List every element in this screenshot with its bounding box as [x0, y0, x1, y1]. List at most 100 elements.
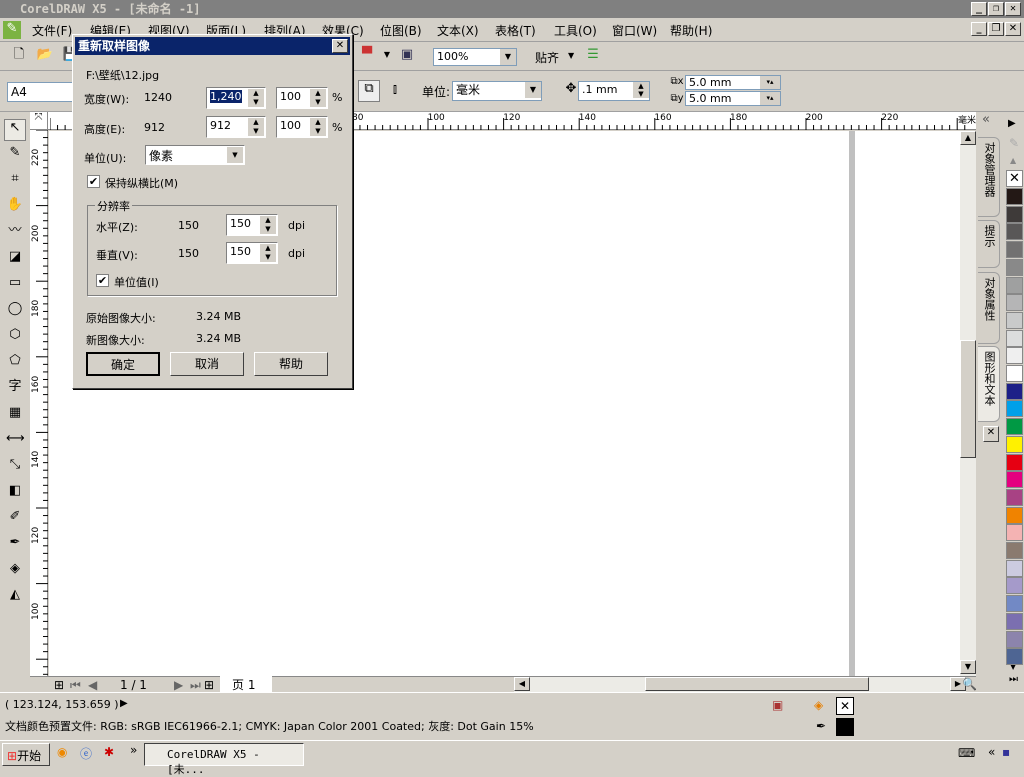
tool-text-icon[interactable]: 字: [6, 379, 24, 397]
scroll-left-icon[interactable]: ◀: [514, 677, 530, 691]
color-swatch[interactable]: [1006, 506, 1023, 524]
spinner-icon[interactable]: ▲ ▼: [633, 82, 649, 98]
fill-color-swatch[interactable]: ✕: [836, 697, 854, 715]
color-swatch[interactable]: [1006, 223, 1023, 241]
outline-color-swatch[interactable]: [836, 718, 854, 736]
vertical-scrollbar[interactable]: ▲ ▼: [960, 131, 976, 676]
width-percent-input[interactable]: 100 ▲ ▼: [276, 87, 328, 109]
quicklaunch-more-icon[interactable]: »: [130, 743, 137, 757]
duplicate-x-input[interactable]: 5.0 mm ▾▴: [685, 75, 781, 90]
spinner-icon[interactable]: ▲ ▼: [310, 118, 326, 136]
tool-blend-icon[interactable]: ◧: [6, 483, 24, 501]
ruler-origin-icon[interactable]: ⤧: [30, 112, 48, 130]
tool-basic-shapes-icon[interactable]: ⬠: [6, 353, 24, 371]
palette-scroll-up-icon[interactable]: ▲: [1010, 156, 1016, 165]
color-swatch[interactable]: [1006, 311, 1023, 329]
color-swatch[interactable]: [1006, 258, 1023, 276]
unit-values-checkbox[interactable]: ✔: [96, 274, 109, 287]
tool-smart-fill-icon[interactable]: ◪: [6, 249, 24, 267]
horizontal-scrollbar[interactable]: ◀ ▶: [514, 677, 966, 692]
expand-dockers-icon[interactable]: «: [982, 112, 990, 127]
taskbar-item-coreldraw[interactable]: CorelDRAW X5 - [未...: [144, 743, 304, 776]
tool-eyedropper-icon[interactable]: ✐: [6, 509, 24, 527]
duplicate-y-input[interactable]: 5.0 mm ▾▴: [685, 91, 781, 106]
vertical-scroll-thumb[interactable]: [960, 340, 976, 458]
add-page-after-icon[interactable]: ⊞: [204, 678, 214, 692]
color-swatch[interactable]: [1006, 276, 1023, 294]
color-swatch[interactable]: [1006, 347, 1023, 365]
menu-tools[interactable]: 工具(O): [554, 22, 597, 39]
color-swatch[interactable]: [1006, 612, 1023, 630]
spinner-icon[interactable]: ▲ ▼: [310, 89, 326, 107]
menu-table[interactable]: 表格(T): [495, 22, 536, 39]
prev-page-icon[interactable]: ◀: [88, 678, 97, 692]
tool-interactive-fill-icon[interactable]: ◭: [6, 587, 24, 605]
dialog-title-bar[interactable]: 重新取样图像 ✕: [75, 37, 350, 55]
menu-bitmaps[interactable]: 位图(B): [380, 22, 422, 39]
color-swatch[interactable]: [1006, 329, 1023, 347]
color-swatch[interactable]: [1006, 400, 1023, 418]
ie-icon[interactable]: ⓔ: [80, 745, 92, 762]
tool-outline-icon[interactable]: ✒: [6, 535, 24, 553]
help-button[interactable]: 帮助: [254, 352, 328, 376]
height-input[interactable]: 912 ▲ ▼: [206, 116, 266, 138]
first-page-icon[interactable]: ⏮: [70, 678, 81, 693]
units-select[interactable]: 毫米 ▼: [452, 81, 542, 101]
palette-menu-icon[interactable]: ▶: [1008, 118, 1016, 129]
next-page-icon[interactable]: ▶: [174, 678, 183, 692]
doc-close-button[interactable]: ✕: [1005, 22, 1021, 36]
docker-close-icon[interactable]: ✕: [983, 426, 999, 442]
tool-rectangle-icon[interactable]: ▭: [6, 275, 24, 293]
height-percent-input[interactable]: 100 ▲ ▼: [276, 116, 328, 138]
color-swatch[interactable]: [1006, 241, 1023, 259]
color-swatch[interactable]: [1006, 365, 1023, 382]
tool-pick-icon[interactable]: ↖: [4, 119, 26, 141]
color-swatch[interactable]: [1006, 294, 1023, 312]
spinner-icon[interactable]: ▾▴: [760, 76, 780, 89]
minimize-button[interactable]: _: [971, 2, 987, 16]
tool-dimension-icon[interactable]: ⟷: [6, 431, 25, 449]
quicklaunch-app-icon[interactable]: ✱: [104, 745, 114, 759]
color-swatch[interactable]: [1006, 595, 1023, 613]
snap-dropdown-icon[interactable]: ▼: [568, 51, 574, 60]
status-arrow-icon[interactable]: ▶: [120, 698, 128, 709]
tool-ellipse-icon[interactable]: ◯: [6, 301, 24, 319]
color-profile-info[interactable]: 文档颜色预置文件: RGB: sRGB IEC61966-2.1; CMYK: …: [5, 718, 534, 734]
palette-end-icon[interactable]: ⏭: [1009, 674, 1018, 685]
color-swatch[interactable]: [1006, 577, 1023, 595]
spinner-icon[interactable]: ▲ ▼: [248, 89, 264, 107]
color-swatch[interactable]: [1006, 453, 1023, 471]
doc-minimize-button[interactable]: _: [971, 22, 987, 36]
page-tab[interactable]: 页 1: [220, 676, 272, 692]
network-icon[interactable]: ▪: [1002, 745, 1010, 759]
tool-crop-icon[interactable]: ⌗: [6, 171, 24, 189]
scroll-down-icon[interactable]: ▼: [960, 660, 976, 674]
horizontal-scroll-thumb[interactable]: [645, 677, 869, 691]
spinner-icon[interactable]: ▲ ▼: [260, 244, 276, 262]
zoom-navigator-icon[interactable]: 🔍: [962, 677, 977, 691]
zoom-select[interactable]: 100% ▼: [433, 48, 517, 66]
close-button[interactable]: ✕: [1005, 2, 1021, 16]
color-swatch[interactable]: [1006, 188, 1023, 205]
spinner-icon[interactable]: ▾▴: [760, 92, 780, 105]
menu-window[interactable]: 窗口(W): [612, 22, 657, 39]
tool-shape-icon[interactable]: ✎: [6, 145, 24, 163]
menu-help[interactable]: 帮助(H): [670, 22, 712, 39]
color-swatch[interactable]: [1006, 524, 1023, 542]
color-swatch[interactable]: [1006, 559, 1023, 577]
open-icon[interactable]: 📂: [36, 47, 54, 65]
page-size-select[interactable]: A4: [7, 82, 73, 102]
new-icon[interactable]: 🗋: [10, 47, 28, 65]
keyboard-icon[interactable]: ⌨: [958, 746, 975, 760]
menu-file[interactable]: 文件(F): [32, 22, 72, 39]
horizontal-dpi-input[interactable]: 150 ▲ ▼: [226, 214, 278, 236]
width-input[interactable]: 1,240 ▲ ▼: [206, 87, 266, 109]
launcher-dropdown-icon[interactable]: ▼: [378, 47, 396, 65]
app-icon[interactable]: ✎: [3, 21, 21, 39]
color-swatch[interactable]: [1006, 435, 1023, 453]
spinner-icon[interactable]: ▲ ▼: [260, 216, 276, 234]
doc-restore-button[interactable]: ❐: [988, 22, 1004, 36]
docker-tab-hints[interactable]: 提示: [978, 220, 1000, 268]
media-player-icon[interactable]: ◉: [57, 745, 67, 759]
vertical-dpi-input[interactable]: 150 ▲ ▼: [226, 242, 278, 264]
